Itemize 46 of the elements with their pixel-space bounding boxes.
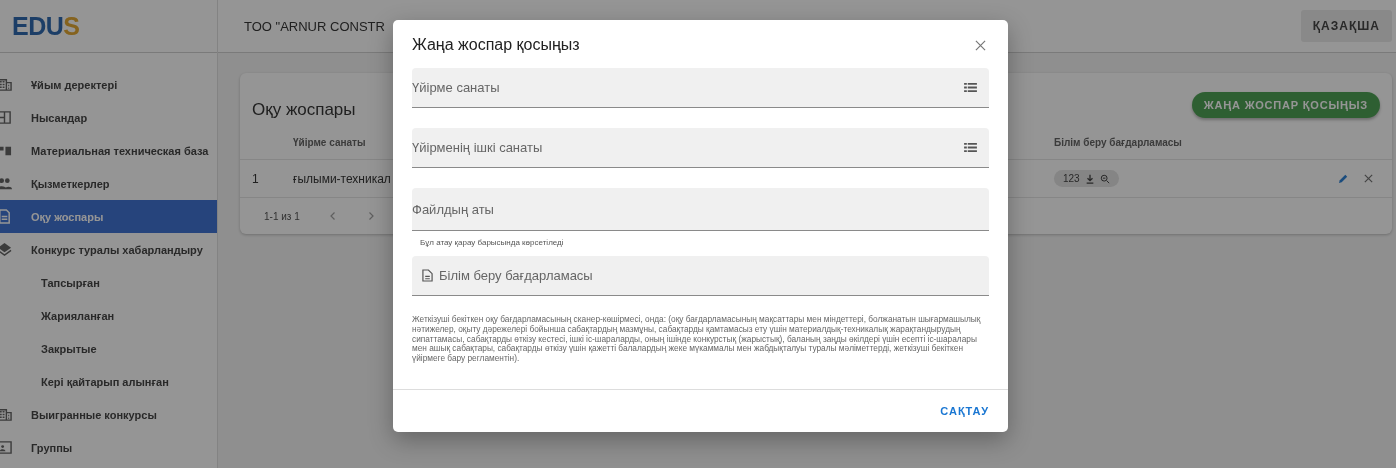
column-header: Үйірме санаты xyxy=(293,136,367,148)
column-header: Білім беру бағдарламасы xyxy=(1054,136,1183,148)
file-chip[interactable]: 123 xyxy=(1054,170,1119,187)
select-field[interactable]: Үйірме санаты xyxy=(412,68,989,108)
sidebar-item[interactable]: Группы xyxy=(0,431,217,464)
building-icon xyxy=(0,407,12,422)
sidebar-item[interactable]: Нысандар xyxy=(0,101,217,134)
file-icon xyxy=(422,269,433,282)
edus-logo[interactable]: EDUS xyxy=(12,11,80,41)
sidebar-subitem[interactable]: Закрытые xyxy=(0,332,217,365)
field-hint: Бұл атау қарау барысында көрсетіледі xyxy=(420,238,565,247)
floor-plan-icon xyxy=(0,110,12,125)
table-cell-text: ғылыми-техникал xyxy=(293,171,392,186)
sidebar-subitem[interactable]: Кері қайтарып алынған xyxy=(0,365,217,398)
close-icon[interactable] xyxy=(975,39,986,51)
list-icon xyxy=(964,142,977,153)
board-icon xyxy=(0,440,12,455)
organization-title: TOO "ARNUR CONSTR xyxy=(244,18,385,34)
layers-icon xyxy=(0,242,12,257)
dialog-title: Жаңа жоспар қосыңыз xyxy=(412,36,580,54)
building-icon xyxy=(0,77,12,92)
sidebar-item[interactable]: Материальная техническая база xyxy=(0,134,217,167)
add-plan-button[interactable]: ЖАҢА ЖОСПАР ҚОСЫҢЫЗ xyxy=(1191,92,1380,118)
sidebar-subitem[interactable]: Жарияланған xyxy=(0,299,217,332)
sidebar-item[interactable]: Ұйым деректері xyxy=(0,68,217,101)
edit-icon[interactable] xyxy=(1338,173,1349,184)
row-number: 1 xyxy=(251,171,260,186)
save-button[interactable]: САҚТАУ xyxy=(940,401,989,421)
sidebar-item[interactable]: Қызметкерлер xyxy=(0,167,217,200)
document-icon xyxy=(0,209,12,224)
sidebar-item[interactable]: Оқу жоспары xyxy=(0,200,217,233)
file-field[interactable]: Білім беру бағдарламасы xyxy=(412,256,989,296)
input-field[interactable]: Файлдың аты xyxy=(412,188,989,231)
zoom-icon[interactable] xyxy=(1099,173,1110,184)
sidebar-subitem[interactable]: Тапсырған xyxy=(0,266,217,299)
pagination-text: 1-1 из 1 xyxy=(264,210,300,222)
description-text: Жеткізуші бекіткен оқу бағдарламасының сканер-көшірмесі, онда: (оқу бағдарламасының мақсаттары мен міндеттері, болжанатын шығармашылық нәтижелер, оқыту дәрежелері бойынша сабақтардың мазмұны, сабақтарды қамтамасыз ету үшін материалдық-техникалық жарақтандырудың сипаттамасы, сабақтарды өткізу кестесі, ішкі іс-шараларды, оның ішінде конкурстық (жарыстық), баланың заңды өкілдері үшін есепті іс-шаралары мен ашық сабақтары, сабақтарды өткізу үшін қажетті балалардың жеке мүкаммалы мен жабдықталуы туралы мәліметтерді, жеткізуші бекіткен үйірмеге бару регламентін). xyxy=(412,315,982,364)
sidebar-item[interactable]: Выигранные конкурсы xyxy=(0,398,217,431)
card-title: Оқу жоспары xyxy=(252,99,356,120)
select-field[interactable]: Үйірменің ішкі санаты xyxy=(412,128,989,168)
delete-icon[interactable] xyxy=(1363,173,1374,184)
download-icon[interactable] xyxy=(1084,173,1095,184)
people-icon xyxy=(0,176,12,191)
list-icon xyxy=(964,82,977,93)
language-button[interactable]: ҚАЗАҚША xyxy=(1300,10,1392,42)
sidebar-item[interactable]: Конкурс туралы хабарландыру xyxy=(0,233,217,266)
